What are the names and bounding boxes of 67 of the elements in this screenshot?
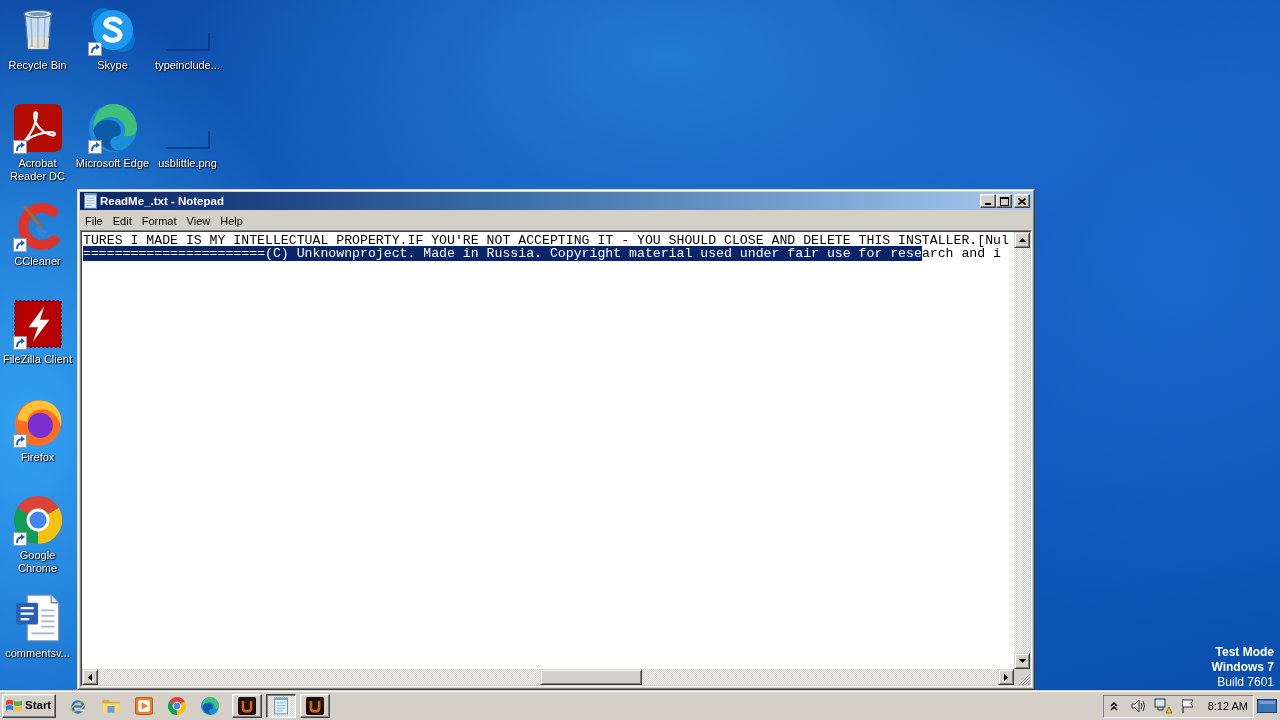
minimize-button[interactable] — [980, 194, 996, 208]
close-button[interactable] — [1014, 194, 1030, 208]
desktop-icon-label[interactable]: Skype — [97, 59, 128, 72]
down-arrow-icon — [1018, 659, 1026, 663]
image-thumbnail-icon[interactable] — [165, 131, 210, 149]
double-chevron-up-icon[interactable] — [1110, 701, 1118, 711]
chrome-logo-icon[interactable] — [168, 697, 186, 715]
word-document-icon[interactable] — [15, 594, 60, 642]
scroll-down-button[interactable] — [1014, 653, 1030, 669]
image-thumbnail-icon[interactable] — [165, 33, 210, 51]
maximize-button[interactable] — [996, 194, 1012, 208]
window-title: ReadMe_.txt - Notepad — [100, 194, 224, 208]
desktop-icon-label[interactable]: Google Chrome — [0, 549, 75, 575]
vertical-scrollbar[interactable] — [1014, 232, 1030, 669]
desktop-icon-label[interactable]: CCleaner — [14, 255, 61, 268]
menu-item[interactable]: Help — [215, 212, 248, 229]
notepad-icon — [84, 193, 97, 209]
size-grip-icon[interactable] — [1018, 673, 1030, 685]
menu-item[interactable]: File — [80, 212, 108, 229]
clock-text: 8:12 AM — [1207, 698, 1248, 714]
unselected-text: arch and i — [921, 246, 1001, 261]
ie-logo-icon[interactable] — [69, 697, 87, 715]
start-button[interactable]: Start — [2, 694, 56, 718]
right-arrow-icon — [1004, 673, 1008, 681]
build-number-label: Build 7601 — [1216, 675, 1274, 690]
speaker-icon[interactable] — [1130, 698, 1146, 714]
left-arrow-icon — [88, 673, 92, 681]
taskbar-button[interactable] — [266, 694, 296, 718]
text-editor-field[interactable] — [82, 232, 1014, 669]
scrollbar-thumb[interactable] — [539, 669, 642, 685]
menu-item[interactable]: Edit — [107, 212, 137, 229]
desktop-icon-label[interactable]: Recycle Bin — [8, 59, 67, 72]
app-icon — [306, 697, 324, 715]
scroll-up-button[interactable] — [1014, 232, 1030, 248]
app-icon — [238, 697, 256, 715]
maximize-icon — [999, 196, 1009, 206]
media-player-icon[interactable] — [135, 697, 153, 715]
firefox-logo-icon[interactable] — [13, 398, 62, 446]
desktop-icon-label[interactable]: Microsoft Edge — [75, 157, 150, 170]
desktop-icon-label[interactable]: commentsv... — [5, 647, 70, 660]
minimize-icon — [985, 203, 991, 205]
menu-item[interactable]: Format — [136, 212, 182, 229]
network-warning-icon[interactable] — [1154, 698, 1172, 714]
acrobat-logo-icon[interactable] — [13, 104, 62, 152]
desktop-icon-label[interactable]: typeinclude... — [155, 59, 220, 72]
menu-item[interactable]: View — [181, 212, 216, 229]
text-line: TURES I MADE IS MY INTELLECTUAL PROPERTY.IF YOU'RE NOT ACCEPTING IT - YOU SHOULD CLOSE AND DELETE THIS INSTALLER.[Nul — [83, 233, 1009, 248]
up-arrow-icon — [1018, 238, 1026, 242]
horizontal-scrollbar[interactable] — [82, 669, 1014, 685]
scroll-left-button[interactable] — [82, 669, 98, 685]
edge-logo-icon[interactable] — [88, 104, 137, 152]
test-mode-label: Test Mode — [1214, 645, 1274, 660]
windows-edition-label: Windows 7 — [1211, 660, 1274, 675]
scroll-right-button[interactable] — [998, 669, 1014, 685]
flag-icon[interactable] — [1180, 698, 1196, 714]
recycle-bin-icon[interactable] — [22, 10, 53, 50]
desktop-icon-label[interactable]: usblittle.png — [158, 157, 217, 170]
filezilla-logo-icon[interactable] — [13, 300, 62, 348]
selected-text: =======================(C) Unknownproject. Made in Russia. Copyright material used under fair use for rese — [83, 246, 922, 261]
close-icon — [1018, 197, 1026, 205]
edge-logo-icon[interactable] — [201, 697, 219, 715]
notepad-icon — [274, 697, 288, 715]
show-desktop-icon[interactable] — [1257, 697, 1277, 715]
chrome-logo-icon[interactable] — [13, 496, 62, 544]
desktop-icon-label[interactable]: Acrobat Reader DC — [0, 157, 75, 183]
windows-logo-icon — [5, 698, 23, 714]
skype-logo-icon[interactable] — [88, 6, 137, 54]
